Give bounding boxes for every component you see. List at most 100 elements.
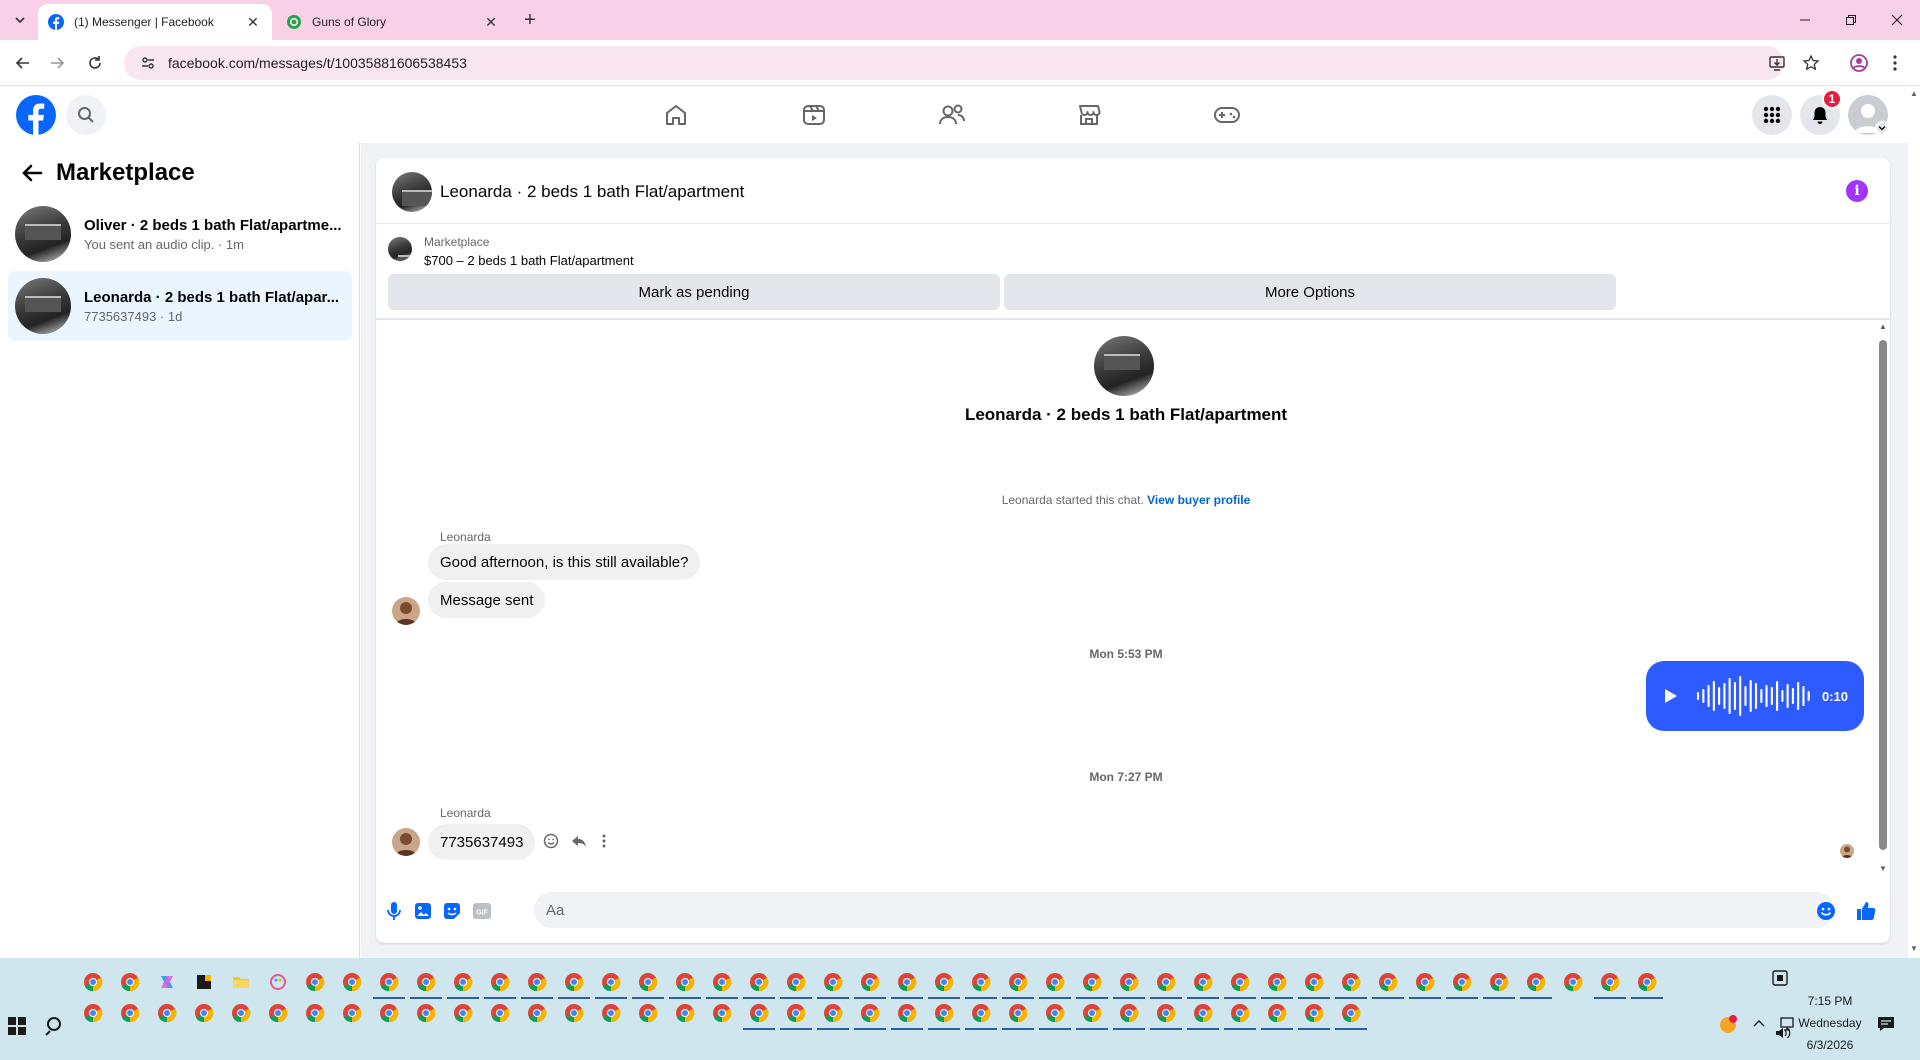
listing-thumbnail[interactable] bbox=[388, 237, 412, 261]
chrome-icon[interactable] bbox=[1304, 972, 1324, 992]
chrome-icon[interactable] bbox=[1341, 1003, 1361, 1023]
audio-message[interactable]: 0:10 bbox=[1646, 661, 1864, 731]
chrome-icon[interactable] bbox=[83, 1003, 103, 1023]
system-clock[interactable]: 7:15 PM Wednesday 6/3/2026 bbox=[1790, 990, 1870, 1056]
message-more-button[interactable] bbox=[592, 829, 616, 853]
copilot-icon[interactable] bbox=[157, 972, 177, 992]
react-button[interactable] bbox=[539, 829, 563, 853]
chrome-icon[interactable] bbox=[897, 1003, 917, 1023]
chrome-icon[interactable] bbox=[971, 972, 991, 992]
nav-video[interactable] bbox=[794, 95, 834, 135]
paint-app-icon[interactable] bbox=[268, 972, 288, 992]
view-buyer-profile-link[interactable]: View buyer profile bbox=[1147, 493, 1250, 507]
conversation-avatar[interactable] bbox=[392, 172, 432, 212]
chrome-icon[interactable] bbox=[120, 972, 140, 992]
chrome-icon[interactable] bbox=[1193, 1003, 1213, 1023]
chevron-up-icon[interactable] bbox=[1752, 1017, 1766, 1031]
chrome-icon[interactable] bbox=[527, 972, 547, 992]
chrome-icon[interactable] bbox=[823, 1003, 843, 1023]
profile-button[interactable] bbox=[1846, 50, 1872, 76]
close-window-button[interactable] bbox=[1874, 0, 1920, 40]
chrome-icon[interactable] bbox=[490, 972, 510, 992]
chrome-icon[interactable] bbox=[1008, 1003, 1028, 1023]
sender-avatar[interactable] bbox=[392, 597, 420, 625]
close-tab-icon[interactable]: ✕ bbox=[482, 13, 500, 31]
chrome-icon[interactable] bbox=[1452, 972, 1472, 992]
tab-guns-of-glory[interactable]: Guns of Glory ✕ bbox=[276, 4, 510, 40]
scroll-up-icon[interactable]: ▲ bbox=[1910, 89, 1918, 98]
message-bubble[interactable]: Good afternoon, is this still available? bbox=[428, 544, 701, 580]
chrome-icon[interactable] bbox=[1415, 972, 1435, 992]
close-tab-icon[interactable]: ✕ bbox=[244, 13, 262, 31]
address-bar[interactable]: facebook.com/messages/t/1003588160653845… bbox=[124, 46, 1784, 80]
notification-center-icon[interactable] bbox=[1876, 1014, 1896, 1034]
chrome-icon[interactable] bbox=[1119, 972, 1139, 992]
search-icon[interactable] bbox=[44, 1014, 68, 1038]
chrome-icon[interactable] bbox=[1119, 1003, 1139, 1023]
conversation-info-button[interactable]: i bbox=[1846, 180, 1868, 202]
chrome-icon[interactable] bbox=[638, 1003, 658, 1023]
chrome-icon[interactable] bbox=[564, 1003, 584, 1023]
listing-price-title[interactable]: $700 – 2 beds 1 bath Flat/apartment bbox=[424, 253, 634, 268]
chrome-icon[interactable] bbox=[416, 1003, 436, 1023]
chrome-icon[interactable] bbox=[1045, 972, 1065, 992]
tab-search-dropdown[interactable] bbox=[8, 8, 32, 32]
chrome-icon[interactable] bbox=[1230, 972, 1250, 992]
nav-friends[interactable] bbox=[932, 95, 972, 135]
chrome-icon[interactable] bbox=[1526, 972, 1546, 992]
install-app-button[interactable] bbox=[1764, 50, 1790, 76]
chrome-icon[interactable] bbox=[712, 972, 732, 992]
chrome-icon[interactable] bbox=[1267, 972, 1287, 992]
nav-home[interactable] bbox=[656, 95, 696, 135]
scroll-up-icon[interactable]: ▲ bbox=[1879, 322, 1887, 331]
chrome-icon[interactable] bbox=[379, 972, 399, 992]
chrome-icon[interactable] bbox=[157, 1003, 177, 1023]
nav-gaming[interactable] bbox=[1207, 95, 1247, 135]
more-options-button[interactable]: More Options bbox=[1004, 274, 1616, 310]
chrome-icon[interactable] bbox=[305, 972, 325, 992]
attach-photo-button[interactable] bbox=[411, 899, 435, 923]
voice-clip-button[interactable] bbox=[382, 899, 406, 923]
chrome-icon[interactable] bbox=[1304, 1003, 1324, 1023]
chrome-icon[interactable] bbox=[1563, 972, 1583, 992]
scroll-down-icon[interactable]: ▼ bbox=[1910, 944, 1918, 953]
chrome-icon[interactable] bbox=[786, 972, 806, 992]
forward-button[interactable] bbox=[44, 50, 70, 76]
conversation-title[interactable]: Leonarda · 2 beds 1 bath Flat/apartment bbox=[440, 182, 744, 202]
chrome-icon[interactable] bbox=[305, 1003, 325, 1023]
chrome-icon[interactable] bbox=[638, 972, 658, 992]
site-settings-icon[interactable] bbox=[140, 55, 156, 71]
chrome-icon[interactable] bbox=[453, 1003, 473, 1023]
facebook-logo[interactable] bbox=[16, 95, 56, 135]
back-button[interactable] bbox=[10, 50, 36, 76]
reload-button[interactable] bbox=[82, 50, 108, 76]
chrome-icon[interactable] bbox=[1637, 972, 1657, 992]
start-button[interactable] bbox=[8, 1017, 26, 1035]
menu-button[interactable] bbox=[1752, 95, 1792, 135]
browser-menu-button[interactable] bbox=[1882, 50, 1908, 76]
chrome-icon[interactable] bbox=[675, 1003, 695, 1023]
thread-item-oliver[interactable]: Oliver · 2 beds 1 bath Flat/apartme... Y… bbox=[8, 199, 352, 269]
chrome-icon[interactable] bbox=[1267, 1003, 1287, 1023]
chrome-icon[interactable] bbox=[601, 1003, 621, 1023]
chrome-icon[interactable] bbox=[1156, 1003, 1176, 1023]
sender-avatar[interactable] bbox=[392, 828, 420, 856]
message-input[interactable] bbox=[534, 892, 1834, 928]
chrome-icon[interactable] bbox=[934, 1003, 954, 1023]
widgets-icon[interactable] bbox=[1770, 968, 1790, 988]
page-scrollbar[interactable]: ▲ ▼ bbox=[1908, 87, 1920, 958]
chrome-icon[interactable] bbox=[1378, 972, 1398, 992]
tab-messenger[interactable]: (1) Messenger | Facebook ✕ bbox=[38, 4, 272, 40]
chrome-icon[interactable] bbox=[749, 972, 769, 992]
chrome-icon[interactable] bbox=[268, 1003, 288, 1023]
chrome-icon[interactable] bbox=[601, 972, 621, 992]
bookmark-button[interactable] bbox=[1798, 50, 1824, 76]
chrome-icon[interactable] bbox=[1082, 1003, 1102, 1023]
chrome-icon[interactable] bbox=[712, 1003, 732, 1023]
scrollbar-thumb[interactable] bbox=[1879, 340, 1887, 850]
chrome-icon[interactable] bbox=[1156, 972, 1176, 992]
reply-button[interactable] bbox=[567, 829, 591, 853]
chrome-icon[interactable] bbox=[120, 1003, 140, 1023]
chrome-icon[interactable] bbox=[860, 1003, 880, 1023]
message-bubble[interactable]: Message sent bbox=[428, 582, 546, 618]
